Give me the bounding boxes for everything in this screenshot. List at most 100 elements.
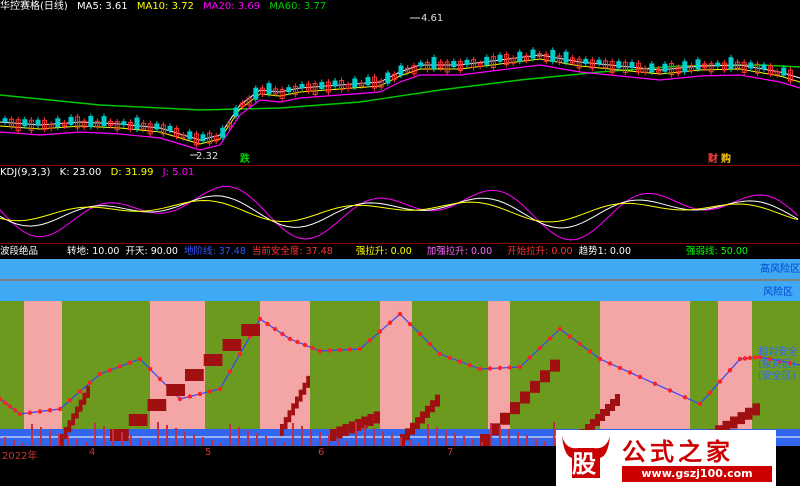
ma20-line — [0, 64, 800, 151]
candle — [715, 62, 721, 67]
safety-dot — [627, 370, 633, 375]
zone-high-risk-band — [0, 259, 800, 279]
zone-high-risk-label: 高风险区 — [760, 264, 800, 275]
zone-segment — [0, 301, 24, 429]
candle — [596, 59, 602, 64]
safety-dot — [287, 336, 293, 342]
candle — [319, 82, 325, 90]
safety-dot — [537, 345, 543, 351]
candle — [728, 57, 734, 70]
safety-dot — [187, 394, 193, 399]
wave-v7: 开始拉升: 0.00 — [507, 246, 573, 257]
wave-step — [435, 394, 440, 407]
wave-v3: 地阶线: 37.48 — [183, 246, 246, 257]
wave-step — [166, 384, 185, 396]
candle — [286, 87, 292, 93]
wave-step — [540, 370, 550, 383]
signal-bar — [553, 422, 555, 447]
wave-step — [280, 424, 284, 436]
zone-segment — [380, 301, 412, 429]
zone-segment — [690, 301, 718, 429]
kdj-k-line — [0, 195, 799, 229]
candle — [629, 62, 635, 68]
kdj-d-label: D: 31.99 — [110, 167, 154, 178]
signal-bar — [112, 429, 114, 447]
signal-bar — [103, 426, 105, 447]
wave-step — [420, 411, 425, 424]
kdj-j-line — [0, 185, 799, 241]
logo-glyph: 股 — [572, 450, 596, 478]
safety-dot — [397, 311, 403, 317]
zone-segment — [488, 301, 510, 429]
safety-dot — [497, 365, 503, 371]
safety-dot — [637, 374, 643, 380]
wave-panel-header: 波段绝品 转地: 10.00 开天: 90.00 地阶线: 37.48 当前安全… — [0, 245, 754, 259]
candle — [233, 107, 239, 117]
safety-dot — [417, 331, 423, 337]
wave-step — [600, 409, 605, 421]
x-axis-month-4: 4 — [89, 447, 96, 458]
candle — [550, 49, 556, 62]
signal-bar — [364, 425, 366, 447]
signal-bar — [247, 430, 249, 447]
high-price-marker: 4.61 — [421, 13, 444, 24]
wave-step — [147, 399, 167, 411]
safety-dot — [487, 366, 493, 371]
wave-step — [203, 354, 223, 366]
signal-bar — [40, 427, 42, 447]
candle — [385, 72, 391, 84]
safety-dot — [280, 331, 285, 337]
wave-step — [287, 410, 292, 423]
wave-step — [291, 403, 295, 416]
candle — [365, 77, 371, 86]
safety-dot — [707, 390, 713, 395]
safety-dot — [147, 366, 153, 372]
candle — [781, 67, 787, 76]
wave-step — [520, 391, 530, 404]
safety-dot — [652, 381, 658, 386]
wave-step — [128, 414, 148, 426]
wave-step — [410, 422, 415, 435]
brand-name: 公式之家 — [622, 437, 734, 466]
wave-step — [500, 412, 510, 425]
safety-dot — [67, 398, 73, 403]
wave-step — [745, 407, 753, 420]
zone-safe-label-3: (安全区) — [758, 371, 796, 382]
wave-step — [302, 382, 307, 395]
wave-step — [78, 399, 83, 412]
safety-dot — [197, 391, 203, 397]
candle — [2, 118, 8, 123]
safety-dot — [507, 365, 513, 370]
zone-segment — [412, 301, 488, 429]
safety-dot — [697, 401, 703, 407]
kdj-title: KDJ(9,3,3) — [0, 167, 51, 178]
wave-title: 波段绝品 — [0, 246, 39, 257]
safety-dot — [427, 341, 433, 347]
wave-step — [367, 414, 374, 426]
signal-bar — [454, 433, 456, 447]
safety-dot — [12, 408, 18, 413]
candle — [332, 80, 338, 87]
safety-dot — [337, 347, 343, 353]
signal-bar — [499, 426, 501, 447]
candle — [530, 49, 536, 59]
wave-step — [60, 434, 64, 446]
kdj-chart[interactable] — [0, 178, 800, 242]
wave-chart[interactable] — [0, 259, 800, 447]
candle — [616, 61, 622, 69]
price-chart[interactable] — [0, 10, 800, 163]
zone-risk-label: 风险区 — [763, 287, 793, 298]
wave-step — [752, 403, 760, 416]
signal-bar — [490, 423, 492, 447]
signal-bar — [175, 428, 177, 447]
zone-segment — [260, 301, 310, 429]
safety-dot — [217, 386, 223, 392]
safety-dot — [272, 326, 278, 332]
safety-dot — [107, 368, 113, 373]
signal-bar — [517, 432, 519, 447]
wave-v8: 趋势1: 0.00 — [578, 246, 631, 257]
safety-dot — [347, 347, 353, 352]
signal-bar — [427, 424, 429, 447]
candle — [200, 134, 206, 142]
signal-bar — [310, 429, 312, 447]
